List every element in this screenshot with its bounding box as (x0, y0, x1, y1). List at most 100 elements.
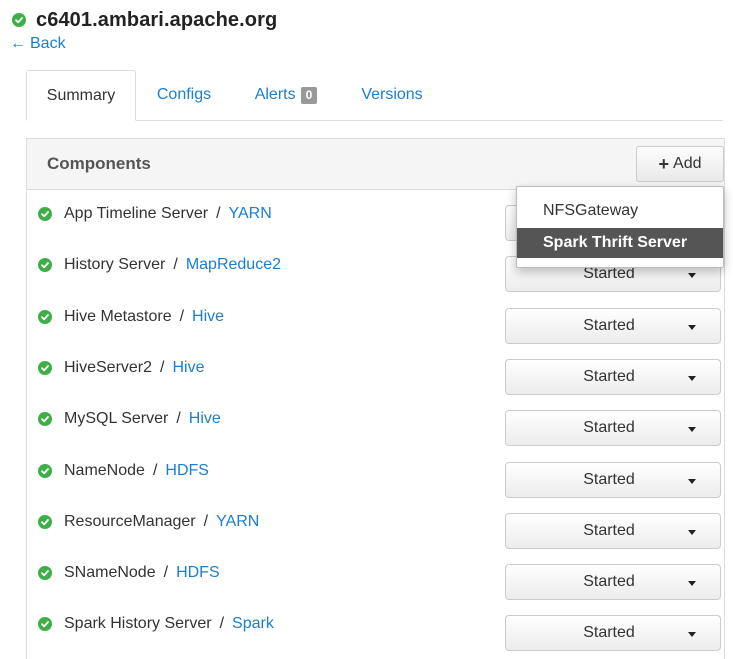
tab-summary-label: Summary (46, 86, 116, 104)
service-link[interactable]: HDFS (165, 462, 209, 479)
check-circle-icon (38, 309, 52, 324)
component-label: MySQL Server / Hive (64, 410, 221, 428)
menu-item-label: Spark Thrift Server (543, 234, 688, 251)
component-status: Started (583, 470, 635, 488)
separator: / (203, 512, 209, 530)
component-name: HiveServer2 (64, 358, 153, 376)
check-circle-icon (38, 617, 52, 632)
component-status: Started (583, 624, 635, 642)
host-tabs: Summary Configs Alerts 0 Versions (26, 70, 723, 121)
check-circle-icon (12, 13, 26, 27)
component-label: ResourceManager / YARN (64, 513, 259, 531)
check-circle-icon (38, 360, 52, 375)
service-link[interactable]: MapReduce2 (186, 256, 281, 273)
component-label: SNameNode / HDFS (64, 564, 220, 582)
component-status-dropdown[interactable]: Started (505, 461, 721, 498)
tab-configs-label: Configs (156, 86, 212, 103)
separator: / (173, 256, 178, 274)
component-name: ResourceManager (64, 512, 196, 530)
tab-versions-label: Versions (361, 86, 423, 103)
component-label: History Server / MapReduce2 (64, 256, 281, 274)
service-link[interactable]: YARN (229, 205, 272, 222)
service-link[interactable]: Spark (232, 615, 274, 632)
component-row: MySQL Server / Hive Started (27, 395, 724, 447)
component-label: NameNode / HDFS (64, 462, 209, 480)
separator: / (152, 461, 158, 479)
caret-down-icon (688, 375, 696, 381)
service-link[interactable]: Hive (172, 359, 204, 376)
caret-down-icon (688, 324, 696, 330)
component-status: Started (583, 419, 635, 437)
component-status-dropdown[interactable]: Started (505, 564, 721, 601)
menu-item-spark-thrift-server[interactable]: Spark Thrift Server (517, 228, 723, 258)
component-label: Spark History Server / Spark (64, 615, 274, 633)
component-name: History Server (64, 256, 166, 274)
service-link[interactable]: Hive (192, 308, 224, 325)
separator: / (216, 205, 221, 222)
separator: / (176, 410, 181, 428)
add-button-label: Add (673, 155, 702, 172)
caret-down-icon (688, 427, 696, 433)
component-row: Spark History Server / Spark Started (27, 600, 724, 652)
component-label: App Timeline Server / YARN (64, 205, 272, 223)
component-name: NameNode (64, 461, 145, 479)
host-name: c6401.ambari.apache.org (36, 8, 278, 31)
tab-alerts-label: Alerts (254, 86, 296, 103)
component-name: Spark History Server (64, 615, 212, 633)
component-row: HiveServer2 / Hive Started (27, 344, 724, 395)
component-status: Started (583, 521, 635, 539)
tab-versions[interactable]: Versions (352, 70, 432, 120)
component-status: Started (583, 316, 635, 334)
caret-down-icon (688, 581, 696, 587)
check-circle-icon (38, 566, 52, 581)
separator: / (179, 307, 185, 325)
component-status: Started (583, 367, 635, 385)
separator: / (160, 358, 165, 376)
menu-item-label: NFSGateway (543, 202, 639, 219)
service-link[interactable]: Hive (189, 410, 221, 427)
check-circle-icon (38, 514, 52, 529)
check-circle-icon (38, 463, 52, 478)
back-label: Back (30, 35, 66, 52)
component-row: ResourceManager / YARN Started (27, 498, 724, 549)
component-row: SNameNode / HDFS Started (27, 549, 724, 601)
tab-summary[interactable]: Summary (26, 70, 136, 121)
add-component-button[interactable]: + Add (636, 146, 724, 182)
component-name: App Timeline Server (64, 205, 209, 222)
tab-configs[interactable]: Configs (152, 70, 216, 120)
component-status-dropdown[interactable]: Started (505, 358, 721, 395)
component-label: HiveServer2 / Hive (64, 359, 205, 377)
separator: / (219, 615, 225, 633)
component-name: SNameNode (64, 564, 156, 582)
tab-alerts[interactable]: Alerts 0 (244, 70, 328, 120)
component-row: Hive Metastore / Hive Started (27, 293, 724, 344)
component-status-dropdown[interactable]: Started (505, 512, 721, 549)
add-component-menu: NFSGateway Spark Thrift Server (516, 186, 724, 268)
plus-icon: + (658, 153, 670, 174)
component-status: Started (583, 573, 635, 591)
back-link[interactable]: ← Back (10, 35, 66, 53)
component-row: NameNode / HDFS Started (27, 447, 724, 498)
check-circle-icon (38, 207, 52, 221)
arrow-left-icon: ← (10, 35, 26, 52)
components-panel-heading: Components + Add (27, 139, 724, 190)
caret-down-icon (688, 273, 696, 279)
service-link[interactable]: YARN (216, 513, 259, 530)
host-header: c6401.ambari.apache.org (12, 6, 277, 34)
component-status-dropdown[interactable]: Started (505, 307, 721, 344)
component-name: Hive Metastore (64, 307, 172, 325)
caret-down-icon (688, 478, 696, 484)
component-status-dropdown[interactable]: Started (505, 615, 721, 652)
component-label: Hive Metastore / Hive (64, 308, 224, 326)
components-title: Components (47, 154, 151, 173)
check-circle-icon (38, 258, 52, 273)
component-name: MySQL Server (64, 410, 169, 428)
service-link[interactable]: HDFS (176, 564, 220, 581)
component-status-dropdown[interactable]: Started (505, 410, 721, 447)
separator: / (163, 564, 169, 582)
caret-down-icon (688, 632, 696, 638)
caret-down-icon (688, 529, 696, 535)
menu-item-nfsgateway[interactable]: NFSGateway (517, 196, 723, 226)
check-circle-icon (38, 412, 52, 427)
alerts-count-badge: 0 (300, 86, 318, 104)
